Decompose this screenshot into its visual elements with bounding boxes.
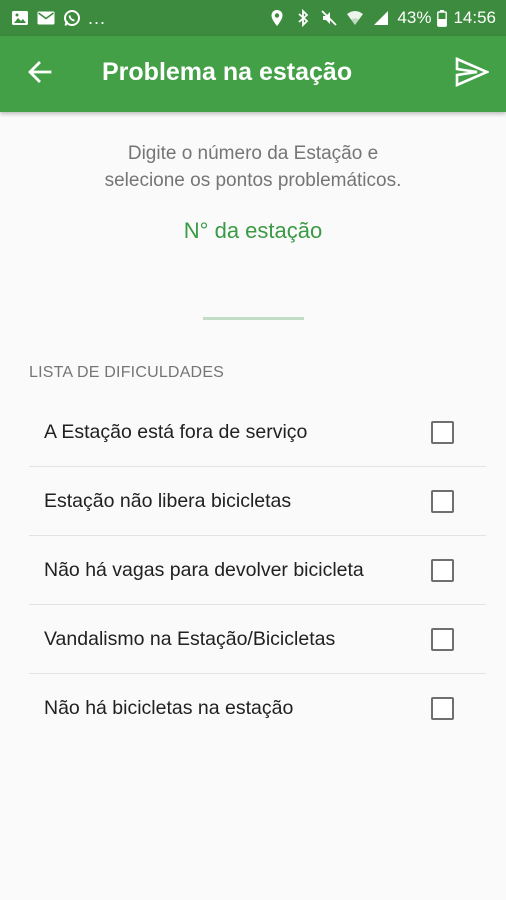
difficulty-checkbox[interactable] xyxy=(431,697,454,720)
difficulties-header: LISTA DE DIFICULDADES xyxy=(29,364,225,381)
wifi-icon xyxy=(345,8,365,28)
difficulty-label: A Estação está fora de serviço xyxy=(44,420,308,443)
difficulty-item-no-release[interactable]: Estação não libera bicicletas xyxy=(29,467,486,536)
instructions-text: Digite o número da Estação e selecione o… xyxy=(0,140,506,194)
difficulty-label: Não há bicicletas na estação xyxy=(44,697,294,719)
difficulty-item-no-bikes[interactable]: Não há bicicletas na estação xyxy=(29,674,486,743)
difficulty-label: Vandalismo na Estação/Bicicletas xyxy=(44,627,336,650)
mute-icon xyxy=(319,8,339,28)
difficulties-list: A Estação está fora de serviço Estação n… xyxy=(29,398,486,743)
difficulty-label: Não há vagas para devolver bicicleta xyxy=(44,558,364,581)
status-bar-notifications: ... xyxy=(10,8,106,29)
difficulty-label: Estação não libera bicicletas xyxy=(44,489,292,512)
image-icon xyxy=(10,8,30,28)
station-input-underline xyxy=(203,317,304,320)
instructions-line-1: Digite o número da Estação e xyxy=(127,143,379,164)
more-notifications: ... xyxy=(88,7,107,28)
signal-icon xyxy=(371,8,391,28)
app-bar: Problema na estação xyxy=(0,36,506,112)
difficulty-item-out-of-service[interactable]: A Estação está fora de serviço xyxy=(29,398,486,467)
difficulty-checkbox[interactable] xyxy=(431,558,454,582)
instructions-line-2: selecione os pontos problemáticos. xyxy=(104,170,402,191)
status-bar: ... 43% 14:56 xyxy=(0,0,506,36)
battery-percent: 43% xyxy=(397,8,432,27)
status-bar-system: 43% 14:56 xyxy=(267,8,496,28)
difficulty-checkbox[interactable] xyxy=(431,489,454,513)
difficulty-checkbox[interactable] xyxy=(431,420,454,444)
station-number-input[interactable] xyxy=(103,216,403,326)
difficulty-item-no-slots[interactable]: Não há vagas para devolver bicicleta xyxy=(29,536,486,605)
whatsapp-icon xyxy=(62,8,82,28)
mail-icon xyxy=(36,8,56,28)
difficulty-checkbox[interactable] xyxy=(431,627,454,651)
send-button[interactable] xyxy=(452,54,492,94)
battery-icon xyxy=(437,8,448,28)
send-icon xyxy=(455,56,491,92)
page-title: Problema na estação xyxy=(102,58,353,86)
arrow-left-icon xyxy=(27,59,53,90)
clock: 14:56 xyxy=(453,8,496,27)
back-button[interactable] xyxy=(22,56,58,92)
location-icon xyxy=(267,8,287,28)
difficulty-item-vandalism[interactable]: Vandalismo na Estação/Bicicletas xyxy=(29,605,486,674)
bluetooth-icon xyxy=(293,8,313,28)
